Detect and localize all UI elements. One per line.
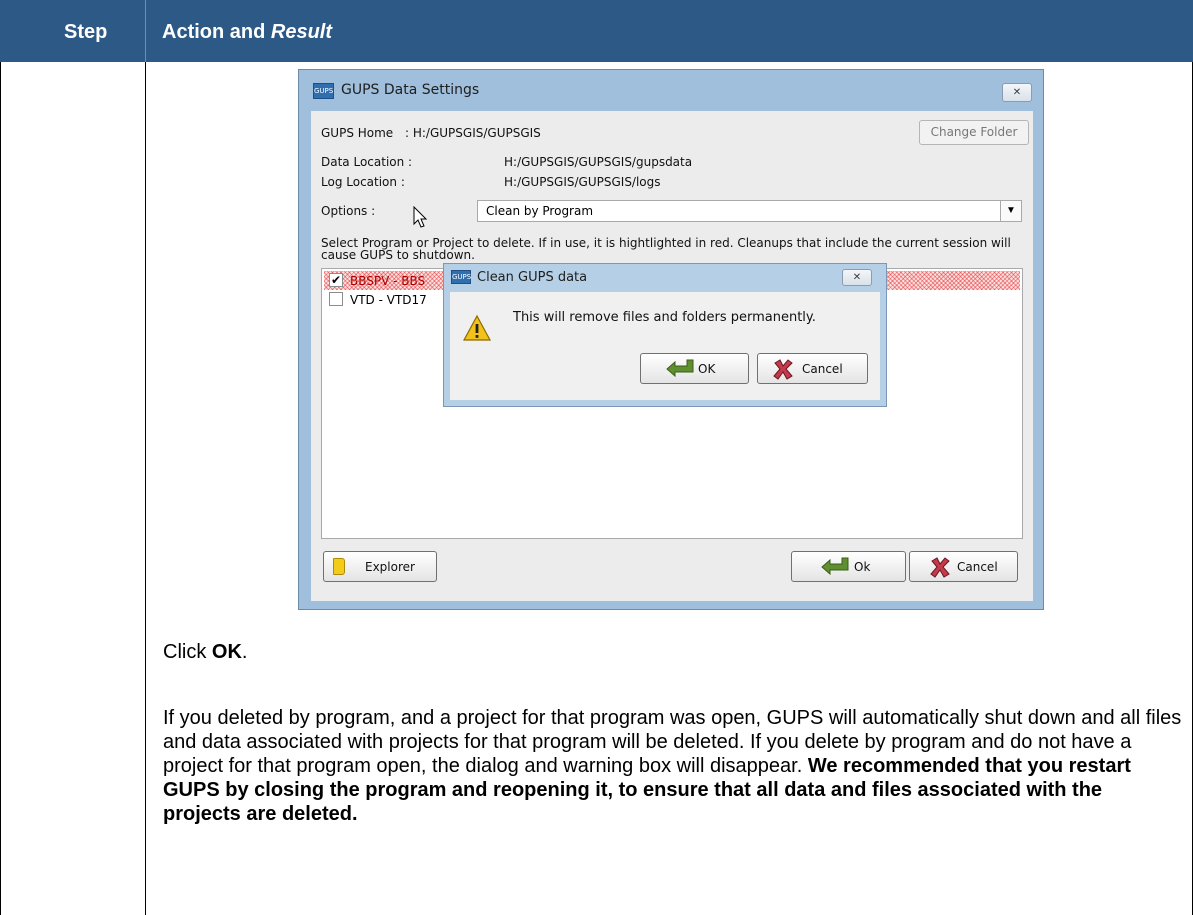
- change-folder-button[interactable]: Change Folder: [919, 120, 1029, 145]
- options-dropdown[interactable]: Clean by Program ▼: [477, 200, 1022, 222]
- cancel-x-icon: [773, 359, 793, 380]
- header-divider: [145, 0, 146, 62]
- list-item-label: VTD - VTD17: [350, 293, 427, 307]
- table-border-middle: [145, 62, 146, 915]
- modal-ok-label: OK: [698, 362, 716, 376]
- mouse-cursor-icon: [413, 206, 428, 228]
- log-location-label: Log Location :: [321, 175, 405, 189]
- warning-icon: [462, 314, 492, 341]
- cancel-button[interactable]: Cancel: [909, 551, 1018, 582]
- header-action-result: Action and Result: [162, 21, 332, 44]
- modal-cancel-label: Cancel: [802, 362, 843, 376]
- modal-body: This will remove files and folders perma…: [450, 292, 880, 400]
- modal-message: This will remove files and folders perma…: [513, 310, 816, 325]
- window-titlebar: GUPS GUPS Data Settings ✕: [299, 70, 1043, 110]
- result-paragraph: If you deleted by program, and a project…: [163, 706, 1183, 826]
- log-location-value: H:/GUPSGIS/GUPSGIS/logs: [504, 175, 661, 189]
- header-action: Action and: [162, 21, 271, 43]
- checkbox-unchecked[interactable]: [329, 292, 343, 306]
- table-border-left: [0, 62, 1, 915]
- data-location-label: Data Location :: [321, 155, 413, 169]
- window-title: GUPS Data Settings: [341, 82, 480, 98]
- modal-ok-button[interactable]: OK: [640, 353, 749, 384]
- modal-title: Clean GUPS data: [477, 270, 588, 285]
- window-close-button[interactable]: ✕: [1002, 83, 1032, 102]
- ok-button-label: Ok: [854, 560, 871, 574]
- header-result: Result: [270, 21, 333, 43]
- click-target: OK: [211, 641, 242, 663]
- clean-gups-data-dialog: GUPS Clean GUPS data ✕ This will remove …: [443, 263, 887, 407]
- options-selected-value: Clean by Program: [486, 204, 594, 218]
- modal-close-button[interactable]: ✕: [842, 269, 872, 286]
- cleanup-description: Select Program or Project to delete. If …: [321, 236, 1011, 262]
- gups-home-label: GUPS Home: [321, 126, 394, 140]
- click-prefix: Click: [163, 641, 212, 663]
- header-step: Step: [64, 21, 108, 43]
- options-label: Options :: [321, 204, 376, 218]
- click-suffix: .: [241, 641, 248, 663]
- modal-cancel-button[interactable]: Cancel: [757, 353, 868, 384]
- click-instruction: Click OK.: [163, 640, 247, 664]
- list-item-label: BBSPV - BBS: [350, 274, 426, 288]
- table-header: Step Action and Result: [0, 0, 1193, 62]
- chevron-down-icon[interactable]: ▼: [1000, 201, 1021, 221]
- gups-app-icon: GUPS: [451, 270, 471, 284]
- explorer-button[interactable]: Explorer: [323, 551, 437, 582]
- modal-titlebar: GUPS Clean GUPS data ✕: [444, 264, 886, 292]
- ok-button[interactable]: Ok: [791, 551, 906, 582]
- gups-app-icon: GUPS: [313, 83, 334, 99]
- ok-arrow-icon: [666, 359, 694, 377]
- checkbox-checked[interactable]: ✔: [329, 273, 343, 287]
- ok-arrow-icon: [821, 557, 849, 575]
- folder-icon: [333, 558, 345, 575]
- cancel-x-icon: [930, 557, 950, 578]
- explorer-button-label: Explorer: [365, 560, 415, 574]
- gups-home-value: : H:/GUPSGIS/GUPSGIS: [405, 126, 541, 140]
- cancel-button-label: Cancel: [957, 560, 998, 574]
- data-location-value: H:/GUPSGIS/GUPSGIS/gupsdata: [504, 155, 693, 169]
